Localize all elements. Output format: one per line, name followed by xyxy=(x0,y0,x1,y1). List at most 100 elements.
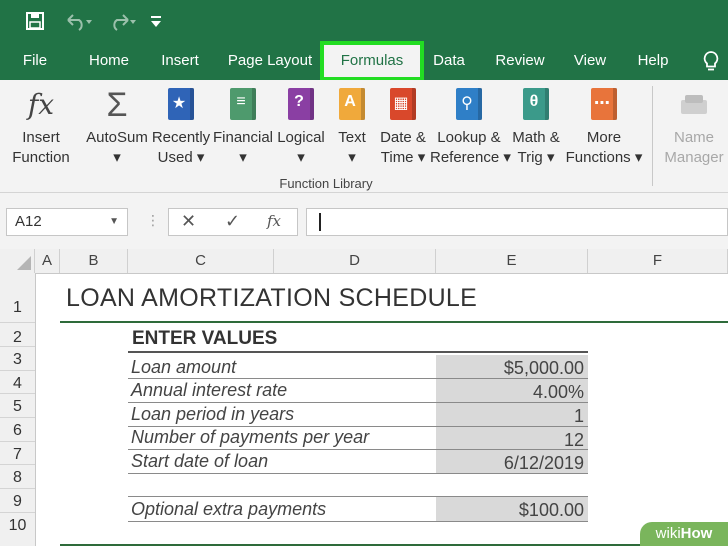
ribbon-divider xyxy=(652,86,653,186)
financial-label: Financial xyxy=(212,129,274,146)
more-functions-button[interactable]: ⋯ More Functions ▾ xyxy=(564,88,644,168)
value-loan-amount[interactable]: $5,000.00 xyxy=(436,355,588,379)
tab-home[interactable]: Home xyxy=(78,42,140,80)
name-manager-button[interactable]: Name Manager xyxy=(660,88,728,168)
value-start-date[interactable]: 6/12/2019 xyxy=(436,450,588,473)
customize-toolbar-icon[interactable] xyxy=(146,6,166,36)
coins-book-icon: ≡ xyxy=(226,88,260,122)
redo-icon[interactable] xyxy=(102,6,142,36)
row-divider xyxy=(128,521,588,522)
column-header-e[interactable]: E xyxy=(436,249,588,273)
formula-buttons: ✕ ✓ fx xyxy=(168,208,298,236)
header-underline xyxy=(128,351,588,353)
label-start-date[interactable]: Start date of loan xyxy=(131,451,268,472)
calendar-book-icon: ▦ xyxy=(386,88,420,122)
insert-function-button[interactable]: fx Insert Function xyxy=(8,88,74,168)
value-loan-period[interactable]: 1 xyxy=(436,403,588,426)
recently-used-label-2: Used ▾ xyxy=(157,149,205,166)
logical-label: Logical xyxy=(277,129,325,146)
quick-access-toolbar xyxy=(0,0,728,42)
autosum-label: AutoSum xyxy=(86,129,148,146)
financial-dropdown: ▾ xyxy=(239,149,247,166)
label-annual-interest-rate[interactable]: Annual interest rate xyxy=(131,380,287,401)
tab-formulas[interactable]: Formulas xyxy=(320,41,424,81)
column-header-d[interactable]: D xyxy=(274,249,436,273)
row-header-9[interactable]: 9 xyxy=(0,489,35,513)
question-book-icon: ? xyxy=(284,88,318,122)
row-header-2[interactable]: 2 xyxy=(0,323,35,347)
tab-data[interactable]: Data xyxy=(428,42,470,80)
lookup-reference-label: Lookup & xyxy=(437,129,501,146)
date-time-label-2: Time ▾ xyxy=(380,149,426,166)
column-header-b[interactable]: B xyxy=(60,249,128,273)
row-header-8[interactable]: 8 xyxy=(0,465,35,489)
logical-dropdown: ▾ xyxy=(297,149,305,166)
text-label: Text xyxy=(338,129,366,146)
enter-check-icon[interactable]: ✓ xyxy=(225,211,240,232)
tab-page-layout[interactable]: Page Layout xyxy=(222,42,318,80)
lookup-reference-label-2: Reference ▾ xyxy=(430,149,511,166)
select-all-corner[interactable] xyxy=(0,249,35,273)
wikihow-watermark: wikiHow xyxy=(640,522,728,546)
recently-used-label: Recently xyxy=(151,129,211,146)
financial-button[interactable]: ≡ Financial ▾ xyxy=(212,88,274,168)
lookup-reference-button[interactable]: ⚲ Lookup & Reference ▾ xyxy=(430,88,511,168)
section-header[interactable]: ENTER VALUES xyxy=(132,328,277,350)
save-icon[interactable] xyxy=(20,6,50,36)
label-optional-extra-payments[interactable]: Optional extra payments xyxy=(131,499,326,520)
lightbulb-icon[interactable] xyxy=(696,42,726,80)
title-underline xyxy=(60,321,728,323)
math-trig-button[interactable]: θ Math & Trig ▾ xyxy=(508,88,564,168)
fx-icon: fx xyxy=(27,88,55,121)
tab-help[interactable]: Help xyxy=(630,42,676,80)
recently-used-button[interactable]: ★ Recently Used ▾ xyxy=(150,88,212,168)
cancel-icon[interactable]: ✕ xyxy=(181,211,196,232)
row-header-1[interactable]: 1 xyxy=(0,273,35,323)
label-loan-period[interactable]: Loan period in years xyxy=(131,404,294,425)
name-manager-label-2: Manager xyxy=(664,149,724,166)
logical-button[interactable]: ? Logical ▾ xyxy=(274,88,328,168)
function-library-group-label: Function Library xyxy=(279,176,373,191)
column-header-c[interactable]: C xyxy=(128,249,274,273)
math-trig-label-2: Trig ▾ xyxy=(517,149,555,166)
date-time-button[interactable]: ▦ Date & Time ▾ xyxy=(376,88,430,168)
row-header-7[interactable]: 7 xyxy=(0,442,35,465)
tab-file[interactable]: File xyxy=(12,42,58,80)
label-loan-amount[interactable]: Loan amount xyxy=(131,357,236,378)
insert-function-fx-icon[interactable]: fx xyxy=(267,212,281,230)
drag-handle-icon[interactable]: ⋮ xyxy=(146,212,160,229)
name-manager-label: Name xyxy=(673,129,714,146)
row-header-6[interactable]: 6 xyxy=(0,418,35,442)
undo-icon[interactable] xyxy=(58,6,98,36)
name-box-value: A12 xyxy=(15,213,42,230)
value-annual-interest-rate[interactable]: 4.00% xyxy=(436,379,588,402)
insert-function-label-2: Function xyxy=(12,149,70,166)
tab-view[interactable]: View xyxy=(568,42,612,80)
column-header-a[interactable]: A xyxy=(35,249,60,273)
formula-input[interactable] xyxy=(306,208,728,236)
ribbon-tabs: File Home Insert Page Layout Formulas Da… xyxy=(0,41,728,81)
chevron-down-icon[interactable]: ▼ xyxy=(109,209,119,235)
row-header-4[interactable]: 4 xyxy=(0,371,35,394)
theta-book-icon: θ xyxy=(519,88,553,122)
value-payments-per-year[interactable]: 12 xyxy=(436,427,588,450)
star-book-icon: ★ xyxy=(164,88,198,122)
magnifier-book-icon: ⚲ xyxy=(452,88,486,122)
watermark-suffix: How xyxy=(680,525,713,542)
sheet-title[interactable]: LOAN AMORTIZATION SCHEDULE xyxy=(66,284,477,313)
more-functions-label-2: Functions ▾ xyxy=(565,149,643,166)
name-box[interactable]: A12 ▼ xyxy=(6,208,128,236)
column-headers: A B C D E F xyxy=(0,249,728,274)
row-header-10[interactable]: 10 xyxy=(0,513,35,537)
tab-insert[interactable]: Insert xyxy=(150,42,210,80)
row-header-3[interactable]: 3 xyxy=(0,347,35,371)
autosum-button[interactable]: Σ AutoSum ▾ xyxy=(84,88,150,168)
row-headers: 1 2 3 4 5 6 7 8 9 10 xyxy=(0,273,36,546)
column-header-f[interactable]: F xyxy=(588,249,728,273)
tab-review[interactable]: Review xyxy=(490,42,550,80)
label-payments-per-year[interactable]: Number of payments per year xyxy=(131,427,369,448)
row-header-5[interactable]: 5 xyxy=(0,394,35,418)
text-dropdown: ▾ xyxy=(348,149,356,166)
value-optional-extra-payments[interactable]: $100.00 xyxy=(436,497,588,521)
text-button[interactable]: A Text ▾ xyxy=(330,88,374,168)
